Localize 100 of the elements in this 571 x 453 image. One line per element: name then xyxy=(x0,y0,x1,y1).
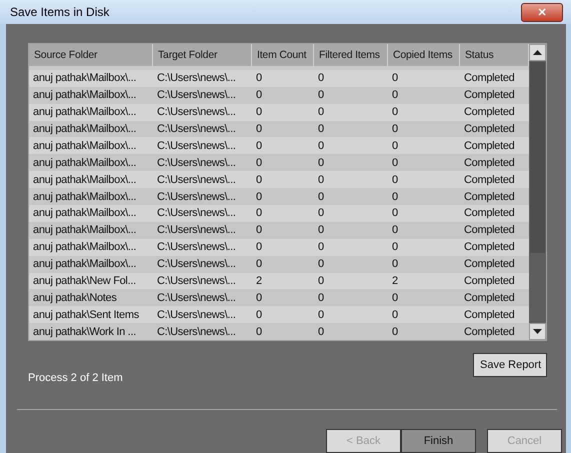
table-cell-text: 0 xyxy=(317,240,325,256)
table-cell-text: Completed xyxy=(463,240,516,256)
table-cell-text: 0 xyxy=(391,172,399,188)
table-row[interactable]: anuj pathak\Mailbox\... C:\Users\news\... 0 0 0 Completed xyxy=(29,70,529,87)
table-cell-text: 0 xyxy=(391,240,399,256)
table-cell-text: 0 xyxy=(255,190,263,205)
table-cell-text: anuj pathak\Mailbox\... xyxy=(32,138,138,154)
table-cell-text: Completed xyxy=(463,257,516,272)
table-cell-text: 0 xyxy=(391,308,399,323)
table-cell-text: 0 xyxy=(317,190,325,205)
table-cell-text: 0 xyxy=(317,324,325,340)
table-cell-text: C:\Users\news\... xyxy=(156,206,237,222)
column-header[interactable]: Source Folder xyxy=(29,44,153,66)
table-cell-text: C:\Users\news\... xyxy=(156,138,237,154)
table-cell-text: 0 xyxy=(391,190,399,205)
scroll-up-icon[interactable] xyxy=(529,44,546,61)
table-cell-text: 0 xyxy=(317,71,325,86)
column-header[interactable]: Copied Items xyxy=(388,44,460,66)
table-row[interactable]: anuj pathak\Mailbox\... C:\Users\news\... 0 0 0 Completed xyxy=(29,137,529,154)
finish-button[interactable]: Finish xyxy=(401,429,476,453)
table-cell-text: anuj pathak\New Fol... xyxy=(32,274,137,289)
table-cell-text: 0 xyxy=(255,172,263,188)
table-cell-text: Completed xyxy=(463,88,516,104)
table-cell-text: anuj pathak\Mailbox\... xyxy=(32,257,138,272)
column-header[interactable]: Target Folder xyxy=(153,44,252,66)
table-cell-text: C:\Users\news\... xyxy=(156,122,237,137)
table-cell-text: C:\Users\news\... xyxy=(156,223,237,238)
table-cell-text: 0 xyxy=(391,88,399,104)
table-cell-text: 0 xyxy=(317,257,325,272)
table-cell-text: 0 xyxy=(255,324,263,340)
table-cell-text: anuj pathak\Mailbox\... xyxy=(32,105,138,120)
table-row[interactable]: anuj pathak\New Fol... C:\Users\news\... 2 0 2 Completed xyxy=(29,272,529,290)
table-cell-text: anuj pathak\Mailbox\... xyxy=(32,240,138,256)
table-cell-text: 0 xyxy=(391,71,399,86)
table-cell-text: Completed xyxy=(463,190,516,205)
table-cell-text: anuj pathak\Mailbox\... xyxy=(32,156,138,171)
column-header[interactable]: Filtered Items xyxy=(314,44,388,66)
table-cell-text: 0 xyxy=(391,156,399,171)
table-cell-text: 0 xyxy=(255,105,263,120)
table-cell-text: Completed xyxy=(463,324,516,340)
table-cell-text: Completed xyxy=(463,138,516,154)
table-cell-text: 0 xyxy=(255,308,263,323)
table-row[interactable]: anuj pathak\Mailbox\... C:\Users\news\... 0 0 0 Completed xyxy=(29,204,529,222)
table-cell-text: C:\Users\news\... xyxy=(156,324,237,340)
table-cell-text: 0 xyxy=(255,156,263,171)
table-cell-text: C:\Users\news\... xyxy=(156,290,237,306)
table-cell-text: anuj pathak\Mailbox\... xyxy=(32,71,138,86)
table-cell-text: 0 xyxy=(317,88,325,104)
table-cell-text: 0 xyxy=(255,240,263,256)
table-cell-text: 0 xyxy=(391,324,399,340)
table-row[interactable]: anuj pathak\Mailbox\... C:\Users\news\... 0 0 0 Completed xyxy=(29,171,529,188)
table-cell-text: Completed xyxy=(463,156,516,171)
table-cell-text: Completed xyxy=(463,122,516,137)
table-cell-text: anuj pathak\Sent Items xyxy=(32,308,140,323)
window-title: Save Items in Disk xyxy=(10,5,110,19)
table-cell-text: Completed xyxy=(463,274,516,289)
table-cell-text: 0 xyxy=(391,290,399,306)
table-cell-text: 0 xyxy=(391,138,399,154)
table-cell-text: Completed xyxy=(463,71,516,86)
table-cell-text: 0 xyxy=(317,138,325,154)
table-cell-text: anuj pathak\Mailbox\... xyxy=(32,122,138,137)
table-cell-text: Completed xyxy=(463,172,516,188)
column-header[interactable]: Item Count xyxy=(252,44,314,66)
table-cell-text: 0 xyxy=(391,122,399,137)
table-cell-text: 0 xyxy=(255,122,263,137)
table-cell-text: 0 xyxy=(317,105,325,120)
table-row[interactable]: anuj pathak\Mailbox\... C:\Users\news\... 0 0 0 Completed xyxy=(29,238,529,256)
table-cell-text: 0 xyxy=(317,156,325,171)
table-cell-text: 0 xyxy=(391,105,399,120)
save-report-button[interactable]: Save Report xyxy=(473,353,547,377)
table-cell-text: Completed xyxy=(463,206,516,222)
scrollbar[interactable] xyxy=(529,44,546,340)
scroll-thumb[interactable] xyxy=(530,62,545,253)
progress-text: Process 2 of 2 Item xyxy=(28,372,123,384)
table-cell-text: 0 xyxy=(317,206,325,222)
table-cell-text: 0 xyxy=(317,274,325,289)
table-cell-text: C:\Users\news\... xyxy=(156,190,237,205)
table-cell-text: anuj pathak\Mailbox\... xyxy=(32,223,138,238)
table-cell-text: 0 xyxy=(317,122,325,137)
table-row[interactable]: anuj pathak\Sent Items C:\Users\news\... 0 0 0 Completed xyxy=(29,306,529,324)
table-cell-text: Completed xyxy=(463,290,516,306)
table-row[interactable]: anuj pathak\Mailbox\... C:\Users\news\... 0 0 0 Completed xyxy=(29,120,529,138)
table-cell-text: 0 xyxy=(255,88,263,104)
table-cell-text: Completed xyxy=(463,308,516,323)
table-cell-text: Completed xyxy=(463,105,516,120)
table-cell-text: 0 xyxy=(255,223,263,238)
table-cell-text: 0 xyxy=(391,223,399,238)
table-row[interactable]: anuj pathak\Mailbox\... C:\Users\news\... 0 0 0 Completed xyxy=(29,104,529,121)
table-cell-text: C:\Users\news\... xyxy=(156,257,237,272)
table-cell-text: 0 xyxy=(317,308,325,323)
table-cell-text: anuj pathak\Mailbox\... xyxy=(32,190,138,205)
table-cell-text: Completed xyxy=(463,223,516,238)
table-cell-text: C:\Users\news\... xyxy=(156,88,237,104)
table-cell-text: 0 xyxy=(255,290,263,306)
table-cell-text: C:\Users\news\... xyxy=(156,308,237,323)
table-cell-text: 0 xyxy=(255,206,263,222)
table-cell-text: 0 xyxy=(255,257,263,272)
scroll-down-icon[interactable] xyxy=(529,323,546,340)
table-cell-text: C:\Users\news\... xyxy=(156,172,237,188)
table-cell-text: 2 xyxy=(391,274,399,289)
